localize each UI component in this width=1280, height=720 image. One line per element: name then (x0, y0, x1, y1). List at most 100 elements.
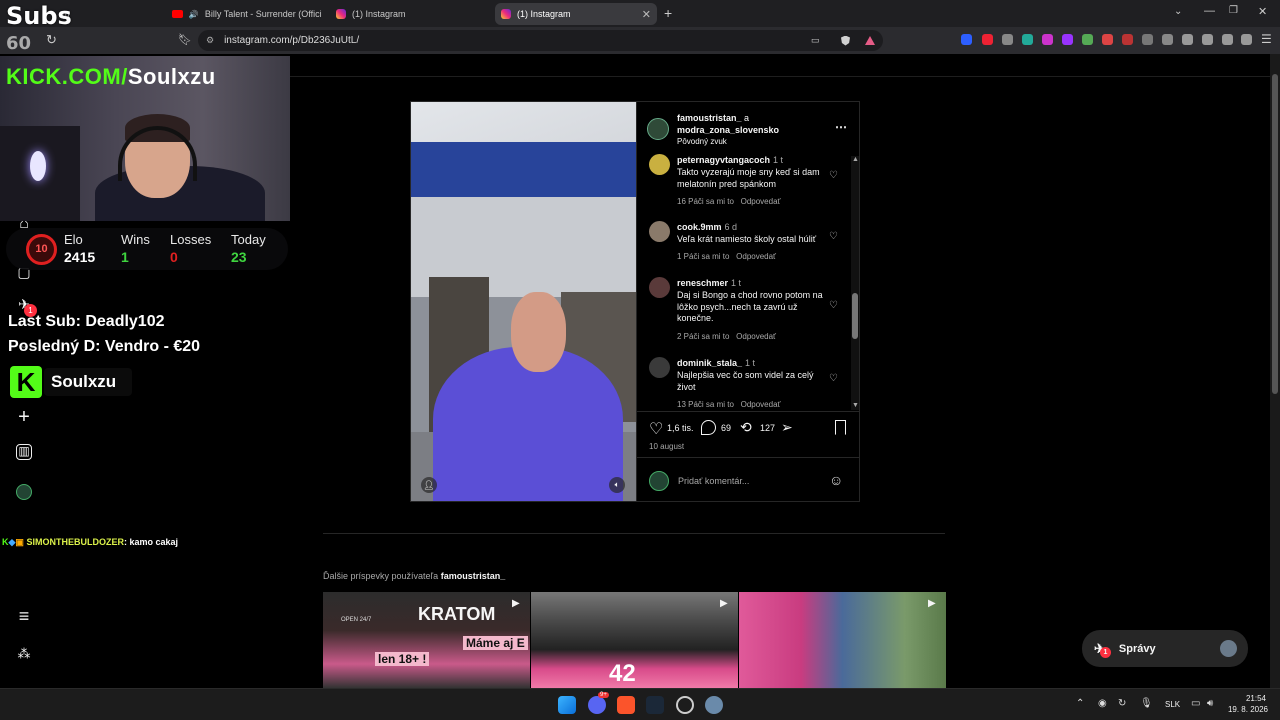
comments-scrollbar-thumb[interactable] (852, 293, 858, 339)
scroll-up-arrow-icon[interactable]: ▲ (852, 156, 859, 163)
tab-list-icon[interactable]: ⌄ (1174, 6, 1182, 17)
reload-icon[interactable]: ↻ (46, 32, 57, 48)
tab-instagram-active[interactable]: (1) Instagram ✕ (495, 3, 657, 25)
tab-instagram-1[interactable]: (1) Instagram (330, 3, 490, 25)
scrollbar-thumb[interactable] (1272, 74, 1278, 394)
volume-icon[interactable]: 🔊︎ (1207, 698, 1213, 709)
tray-sync-icon[interactable]: ↻ (1118, 698, 1126, 709)
microphone-icon[interactable]: 🎙︎ (1140, 698, 1153, 709)
wallet-icon[interactable] (1202, 34, 1213, 45)
scroll-down-arrow-icon[interactable]: ▼ (852, 402, 859, 409)
tagged-users-icon[interactable]: 👤︎ (421, 477, 437, 493)
mute-icon[interactable]: 🔈︎ (609, 477, 625, 493)
discord-icon[interactable] (588, 696, 606, 714)
comment-avatar[interactable] (649, 221, 670, 242)
reposts-count[interactable]: 127 (760, 423, 775, 433)
media-icon[interactable] (1162, 34, 1173, 45)
comment-avatar[interactable] (649, 277, 670, 298)
extension-icon[interactable] (1022, 34, 1033, 45)
brave-icon[interactable] (617, 696, 635, 714)
bookmark-icon[interactable]: 🔖︎ (178, 33, 192, 46)
post-video[interactable]: 👤︎ 🔈︎ (411, 102, 636, 501)
extension-icon[interactable] (982, 34, 993, 45)
author-name[interactable]: famoustristan_ (677, 113, 742, 123)
comment-input[interactable]: Pridať komentár... (678, 476, 749, 486)
comment-avatar[interactable] (649, 154, 670, 175)
emoji-icon[interactable]: ☺ (829, 472, 843, 488)
new-tab-button[interactable]: + (664, 5, 672, 21)
like-icon[interactable]: ♡ (649, 419, 663, 439)
post-thumbnail[interactable]: KRATOM OPEN 24/7 len 18+ ! Máme aj E ▶ (323, 592, 530, 688)
likes-count[interactable]: 1,6 tis. (667, 423, 694, 433)
more-options-icon[interactable]: ⋯ (835, 120, 847, 134)
comment-like-icon[interactable]: ♡ (829, 300, 838, 311)
profile-avatar[interactable] (16, 484, 32, 500)
reply-button[interactable]: Odpovedať (741, 400, 781, 409)
obs-icon[interactable] (676, 696, 694, 714)
shield-icon[interactable] (1241, 34, 1252, 45)
reply-button[interactable]: Odpovedať (736, 332, 776, 341)
extensions-puzzle-icon[interactable] (1142, 34, 1153, 45)
extension-icon[interactable] (1042, 34, 1053, 45)
language-indicator[interactable]: SLK (1165, 700, 1180, 709)
brave-rewards-icon[interactable] (865, 36, 875, 45)
extension-icon[interactable] (1002, 34, 1013, 45)
maximize-button[interactable]: ❐ (1229, 5, 1238, 16)
comment-avatar[interactable] (649, 357, 670, 378)
more-posts-user[interactable]: famoustristan_ (441, 571, 506, 581)
start-icon[interactable] (558, 696, 576, 714)
comment-username[interactable]: cook.9mm (677, 222, 722, 232)
extension-icon[interactable] (961, 34, 972, 45)
tab-1[interactable]: m (56, 3, 164, 25)
comment-username[interactable]: peternagyvtangacoch (677, 155, 770, 165)
page-scrollbar[interactable] (1270, 54, 1280, 688)
coauthor-name[interactable]: modra_zona_slovensko (677, 125, 779, 135)
post-thumbnail[interactable]: ▶ (739, 592, 946, 688)
cast-icon[interactable]: ▭ (811, 35, 820, 46)
comment-like-icon[interactable]: ♡ (829, 231, 838, 242)
comment-username[interactable]: reneschmer (677, 278, 728, 288)
tab-youtube[interactable]: 🔊 Billy Talent - Surrender (Official M (166, 3, 328, 25)
site-info-icon[interactable]: ⚙ (206, 35, 214, 46)
extension-icon[interactable] (1082, 34, 1093, 45)
clock-date[interactable]: 19. 8. 2026 (1222, 705, 1268, 714)
comment-like-icon[interactable]: ♡ (829, 170, 838, 181)
more-menu-icon[interactable]: ≡ (14, 606, 34, 626)
comment-icon[interactable] (701, 420, 716, 435)
create-icon[interactable]: + (14, 407, 34, 427)
dashboard-icon[interactable]: ▥ (16, 444, 32, 460)
tray-expand-icon[interactable]: ⌃ (1076, 698, 1084, 709)
comment-likes[interactable]: 13 Páči sa mi to (677, 400, 734, 409)
tray-discord-icon[interactable]: ◉ (1098, 698, 1107, 709)
minimize-button[interactable]: — (1204, 5, 1215, 17)
brave-shield-icon[interactable] (841, 35, 850, 46)
comments-count[interactable]: 69 (721, 423, 731, 433)
comment-likes[interactable]: 16 Páči sa mi to (677, 197, 734, 206)
author-avatar[interactable] (647, 118, 669, 140)
messages-button[interactable]: ✈ 1 Správy (1082, 630, 1248, 667)
also-from-meta-icon[interactable]: ⁂ (14, 644, 34, 664)
audio-label[interactable]: Pôvodný zvuk (677, 137, 727, 146)
monitor-icon[interactable]: ▭ (1191, 698, 1200, 709)
clock-time[interactable]: 21:54 (1228, 694, 1266, 703)
settings-icon[interactable] (705, 696, 723, 714)
address-bar[interactable]: ⚙ instagram.com/p/Db236JuUtL/ ▭ (198, 30, 883, 51)
reply-button[interactable]: Odpovedať (741, 197, 781, 206)
menu-icon[interactable]: ☰ (1261, 32, 1272, 46)
repost-icon[interactable]: ⟲ (740, 419, 752, 436)
post-thumbnail[interactable]: 42 ▶ (531, 592, 738, 688)
comment-likes[interactable]: 2 Páči sa mi to (677, 332, 729, 341)
close-tab-icon[interactable]: ✕ (642, 8, 651, 21)
vpn-icon[interactable] (1222, 34, 1233, 45)
comment-likes[interactable]: 1 Páči sa mi to (677, 252, 729, 261)
extension-icon[interactable] (1122, 34, 1133, 45)
extension-icon[interactable] (1062, 34, 1073, 45)
comments-scrollbar[interactable]: ▲ ▼ (851, 156, 859, 410)
comment-like-icon[interactable]: ♡ (829, 373, 838, 384)
steam-icon[interactable] (646, 696, 664, 714)
share-icon[interactable]: ➢ (781, 419, 793, 436)
save-icon[interactable] (835, 420, 846, 435)
comment-username[interactable]: dominik_stala_ (677, 358, 742, 368)
reply-button[interactable]: Odpovedať (736, 252, 776, 261)
close-window-button[interactable]: ✕ (1258, 5, 1267, 18)
